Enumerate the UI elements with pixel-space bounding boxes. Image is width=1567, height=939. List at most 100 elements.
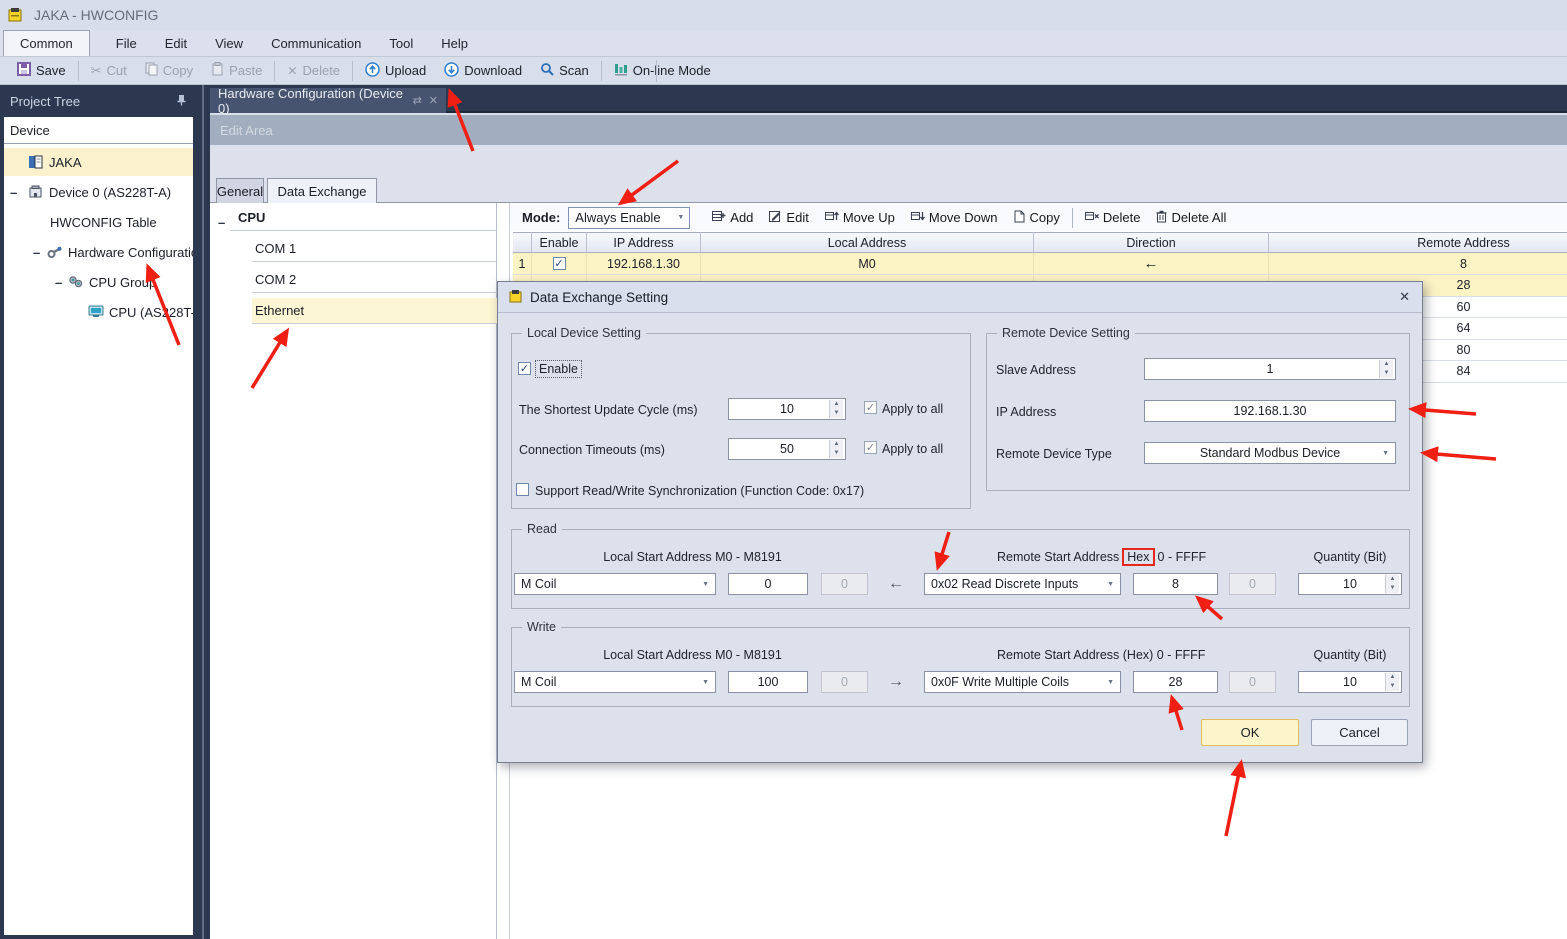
menu-tool[interactable]: Tool	[375, 30, 427, 56]
cancel-button[interactable]: Cancel	[1311, 719, 1408, 746]
upload-button[interactable]: Upload	[356, 59, 435, 83]
header-enable[interactable]: Enable	[532, 232, 587, 253]
menu-common[interactable]: Common	[3, 30, 90, 56]
apply-to-all-label: Apply to all	[882, 402, 943, 416]
tab-data-exchange[interactable]: Data Exchange	[267, 178, 377, 203]
enable-checkbox[interactable]	[518, 362, 531, 375]
table-row[interactable]: 1 192.168.1.30 M0 ← 8	[513, 253, 1567, 275]
ok-button[interactable]: OK	[1201, 719, 1299, 746]
write-direction-arrow: →	[888, 673, 904, 691]
tree-item-device0[interactable]: – Device 0 (AS228T-A)	[4, 178, 193, 206]
cpu-tree-panel: – CPU COM 1 COM 2 Ethernet	[210, 203, 497, 939]
slave-address-input[interactable]: 1	[1144, 358, 1396, 380]
sync-checkbox[interactable]	[516, 483, 529, 496]
copy-row-button[interactable]: Copy	[1006, 206, 1068, 230]
menu-view[interactable]: View	[201, 30, 257, 56]
write-quantity-input[interactable]: 10	[1298, 671, 1402, 693]
device-icon	[28, 185, 44, 199]
direction-cell[interactable]: ←	[1034, 253, 1269, 275]
dialog-title-bar[interactable]: Data Exchange Setting ✕	[498, 282, 1422, 313]
menu-file[interactable]: File	[102, 30, 151, 56]
add-icon	[712, 210, 726, 225]
cut-icon: ✂	[91, 63, 102, 79]
header-direction[interactable]: Direction	[1034, 232, 1269, 253]
write-remote-start-input[interactable]: 28	[1133, 671, 1218, 693]
menu-communication[interactable]: Communication	[257, 30, 375, 56]
collapse-expander[interactable]: –	[218, 215, 225, 230]
close-icon[interactable]: ✕	[1399, 289, 1410, 305]
remote-address-cell[interactable]: 8	[1269, 253, 1567, 275]
tree-item-jaka[interactable]: JAKA	[4, 148, 193, 176]
move-up-button[interactable]: Move Up	[817, 206, 903, 230]
write-local-start-label: Local Start Address M0 - M8191	[514, 648, 871, 662]
header-ip-address[interactable]: IP Address	[587, 232, 701, 253]
apply-to-all-checkbox[interactable]	[864, 441, 877, 454]
paste-button[interactable]: Paste	[202, 59, 271, 83]
scan-button[interactable]: Scan	[531, 59, 598, 83]
move-down-button[interactable]: Move Down	[903, 206, 1006, 230]
read-area-select[interactable]: M Coil	[514, 573, 716, 595]
write-local-aux-input: 0	[821, 671, 868, 693]
update-cycle-label: The Shortest Update Cycle (ms)	[519, 403, 698, 417]
menu-edit[interactable]: Edit	[151, 30, 201, 56]
header-local-address[interactable]: Local Address	[701, 232, 1034, 253]
read-local-start-label: Local Start Address M0 - M8191	[514, 550, 871, 564]
mode-select[interactable]: Always Enable ▼	[568, 207, 690, 229]
download-button[interactable]: Download	[435, 59, 531, 83]
edit-button[interactable]: Edit	[761, 206, 816, 230]
read-direction-arrow: ←	[888, 575, 904, 593]
cpu-tree-ethernet[interactable]: Ethernet	[252, 298, 497, 324]
document-tab[interactable]: Hardware Configuration (Device 0) ⇄ ✕	[210, 88, 446, 113]
update-cycle-input[interactable]: 10	[728, 398, 846, 420]
timeout-input[interactable]: 50	[728, 438, 846, 460]
dock-icon[interactable]: ⇄	[413, 94, 422, 107]
toolbar-separator	[601, 61, 602, 81]
save-button[interactable]: Save	[8, 59, 75, 83]
read-local-start-input[interactable]: 0	[728, 573, 808, 595]
cpu-tree-com2[interactable]: COM 2	[252, 267, 497, 293]
tree-item-hwconfig-table[interactable]: HWCONFIG Table	[4, 208, 193, 236]
edit-icon	[769, 210, 782, 225]
header-remote-address[interactable]: Remote Address	[1269, 232, 1567, 253]
enable-checkbox[interactable]	[553, 257, 566, 270]
book-icon	[28, 155, 44, 169]
edit-area-toolbar	[210, 145, 1567, 175]
cpu-tree-root[interactable]: CPU	[230, 205, 497, 231]
add-button[interactable]: Add	[704, 206, 761, 230]
tree-item-cpu[interactable]: CPU (AS228T-A)	[4, 298, 193, 326]
apply-to-all-checkbox[interactable]	[864, 401, 877, 414]
cpu-tree-com1[interactable]: COM 1	[252, 236, 497, 262]
pin-icon[interactable]	[176, 94, 187, 109]
write-area-select[interactable]: M Coil	[514, 671, 716, 693]
tree-item-hardware-configuration[interactable]: – Hardware Configuration	[4, 238, 193, 266]
tab-general[interactable]: General	[216, 178, 264, 203]
ip-address-label: IP Address	[996, 405, 1056, 419]
read-quantity-input[interactable]: 10	[1298, 573, 1402, 595]
read-local-aux-input: 0	[821, 573, 868, 595]
panel-divider[interactable]	[197, 85, 210, 939]
read-remote-start-input[interactable]: 8	[1133, 573, 1218, 595]
enable-cell[interactable]	[532, 253, 587, 275]
write-local-start-input[interactable]: 100	[728, 671, 808, 693]
delete-row-button[interactable]: Delete	[1077, 206, 1149, 230]
group-title: Write	[522, 620, 561, 634]
ip-address-input[interactable]: 192.168.1.30	[1144, 400, 1396, 422]
online-mode-button[interactable]: On-line Mode	[605, 59, 720, 83]
local-address-cell[interactable]: M0	[701, 253, 1034, 275]
cut-button[interactable]: ✂ Cut	[82, 59, 136, 83]
remote-device-type-select[interactable]: Standard Modbus Device	[1144, 442, 1396, 464]
copy-button[interactable]: Copy	[136, 59, 202, 83]
delete-button[interactable]: ✕ Delete	[278, 59, 349, 83]
close-icon[interactable]: ✕	[429, 94, 438, 107]
collapse-expander[interactable]: –	[33, 245, 40, 260]
tree-root-device[interactable]: Device	[4, 117, 193, 144]
menu-help[interactable]: Help	[427, 30, 482, 56]
menu-bar: Common File Edit View Communication Tool…	[0, 30, 1567, 57]
write-function-select[interactable]: 0x0F Write Multiple Coils	[924, 671, 1121, 693]
collapse-expander[interactable]: –	[55, 275, 62, 290]
delete-all-button[interactable]: Delete All	[1148, 206, 1234, 230]
collapse-expander[interactable]: –	[10, 185, 17, 200]
ip-cell[interactable]: 192.168.1.30	[587, 253, 701, 275]
tree-item-cpu-group[interactable]: – CPU Group	[4, 268, 193, 296]
read-function-select[interactable]: 0x02 Read Discrete Inputs	[924, 573, 1121, 595]
